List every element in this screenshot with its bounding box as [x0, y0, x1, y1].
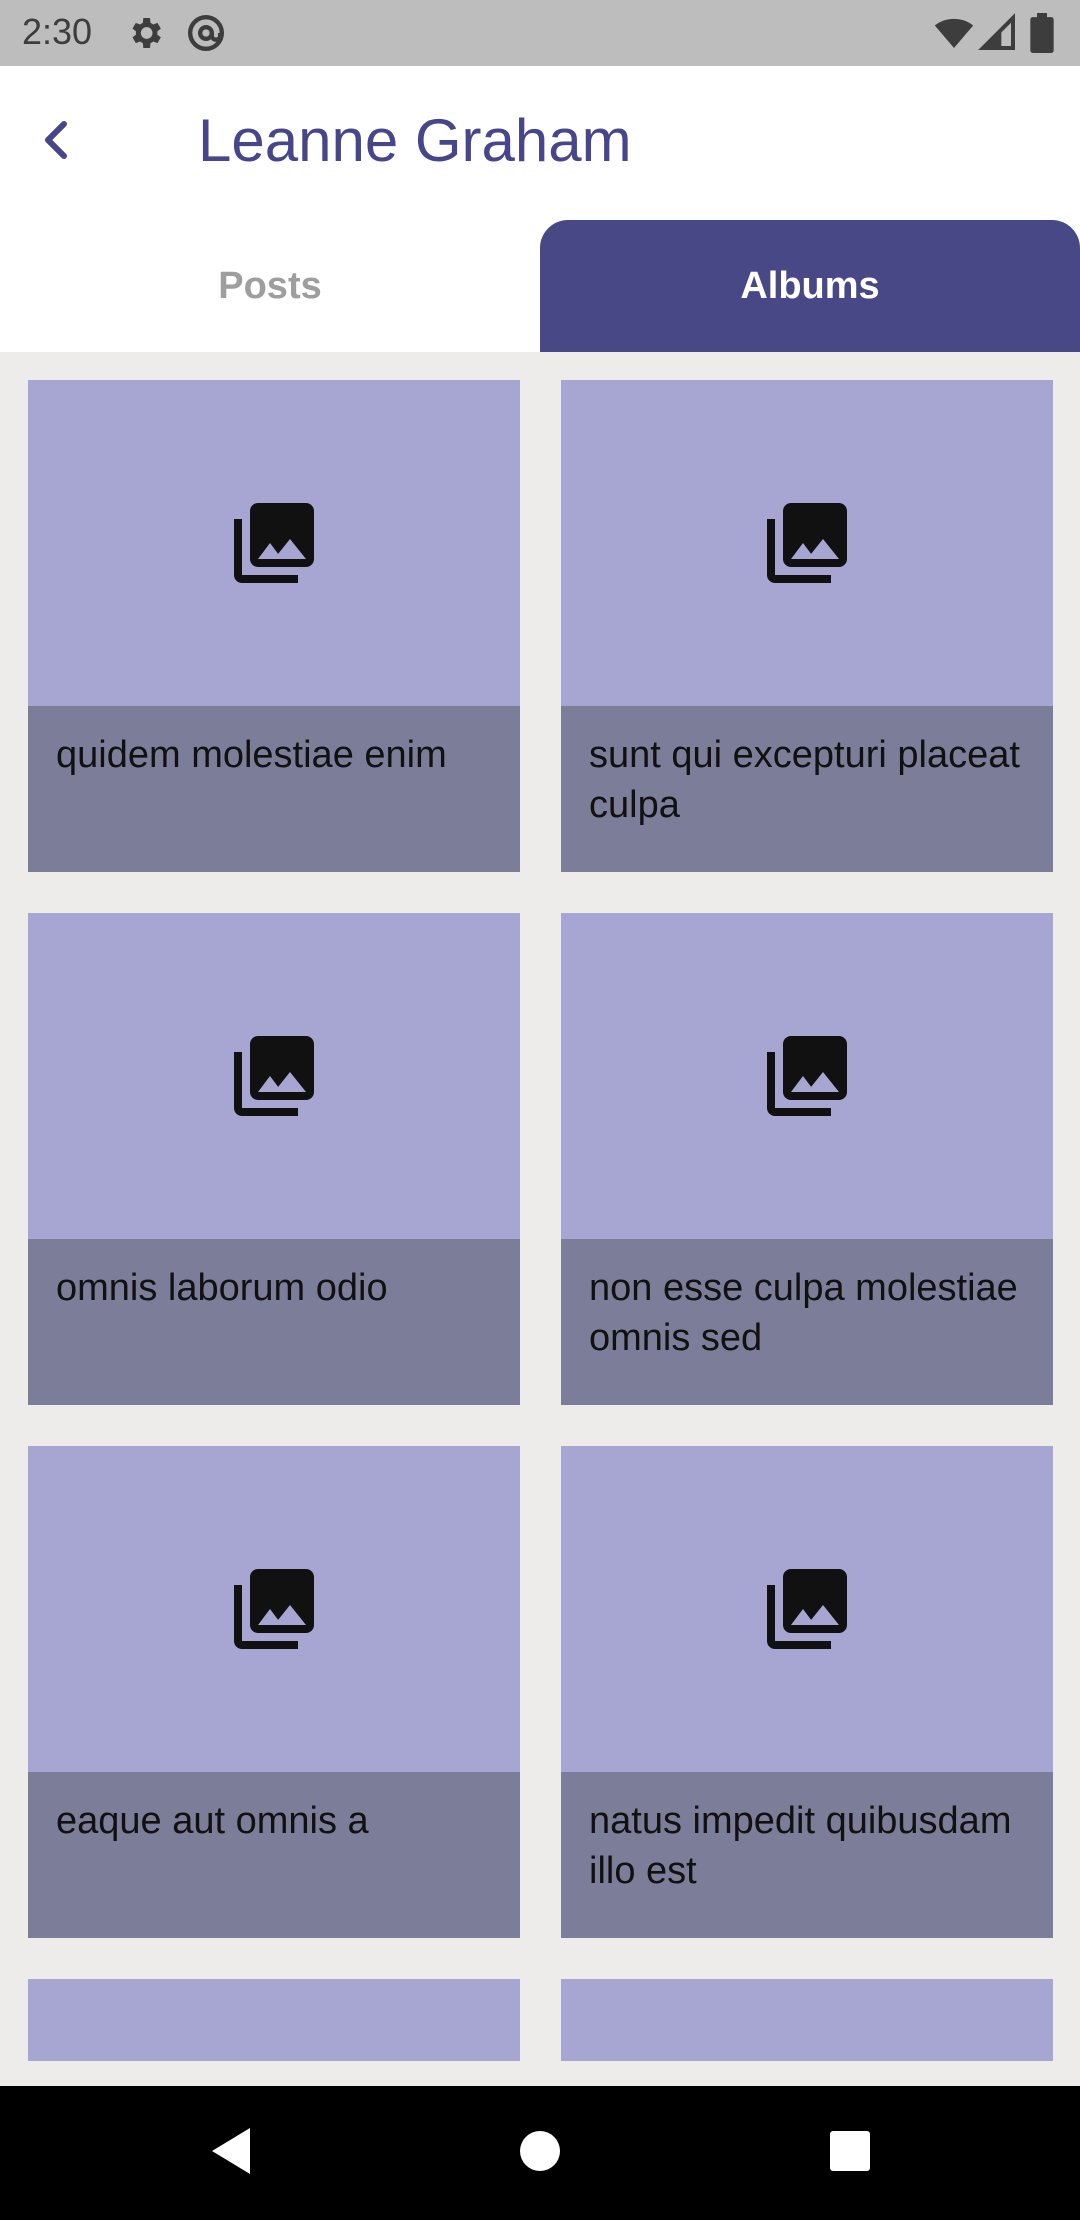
nav-recents-button[interactable] [815, 2116, 885, 2186]
recents-square-icon [830, 2131, 870, 2171]
home-circle-icon [520, 2131, 560, 2171]
tab-albums[interactable]: Albums [540, 220, 1080, 352]
wifi-icon [934, 13, 974, 53]
album-thumbnail [561, 380, 1053, 706]
albums-grid: quidem molestiae enim sunt qui excepturi… [0, 352, 1080, 2086]
nav-home-button[interactable] [505, 2116, 575, 2186]
photo-library-icon [767, 503, 847, 583]
album-card[interactable]: quidem molestiae enim [28, 380, 520, 872]
settings-icon [125, 13, 165, 53]
app-bar: Leanne Graham [0, 66, 1080, 220]
album-caption: omnis laborum odio [28, 1239, 520, 1405]
status-time: 2:30 [22, 11, 93, 52]
album-title: natus impedit quibusdam illo est [589, 1800, 1012, 1892]
album-caption: natus impedit quibusdam illo est [561, 1772, 1053, 1938]
signal-icon [978, 13, 1018, 53]
album-thumbnail [28, 913, 520, 1239]
album-card[interactable] [28, 1979, 520, 2061]
album-card[interactable]: sunt qui excepturi placeat culpa [561, 380, 1053, 872]
album-thumbnail [561, 1446, 1053, 1772]
tab-bar: Posts Albums [0, 220, 1080, 352]
album-thumbnail [28, 380, 520, 706]
album-caption: quidem molestiae enim [28, 706, 520, 872]
album-thumbnail [28, 1979, 520, 2061]
album-thumbnail [561, 1979, 1053, 2061]
album-caption: eaque aut omnis a [28, 1772, 520, 1938]
album-title: omnis laborum odio [56, 1267, 388, 1309]
at-sign-icon [186, 13, 226, 53]
album-title: non esse culpa molestiae omnis sed [589, 1267, 1018, 1359]
nav-back-button[interactable] [200, 2116, 270, 2186]
album-card[interactable]: omnis laborum odio [28, 913, 520, 1405]
chevron-left-icon [45, 121, 67, 159]
back-triangle-icon [212, 2128, 250, 2174]
battery-icon [1030, 13, 1054, 54]
tab-posts[interactable]: Posts [0, 220, 540, 352]
photo-library-icon [767, 1036, 847, 1116]
album-title: sunt qui excepturi placeat culpa [589, 734, 1020, 826]
album-caption: non esse culpa molestiae omnis sed [561, 1239, 1053, 1405]
photo-library-icon [234, 1036, 314, 1116]
album-card[interactable]: natus impedit quibusdam illo est [561, 1446, 1053, 1938]
album-thumbnail [561, 913, 1053, 1239]
page-title: Leanne Graham [198, 107, 632, 174]
album-card[interactable]: non esse culpa molestiae omnis sed [561, 913, 1053, 1405]
back-button[interactable] [30, 110, 90, 170]
album-title: quidem molestiae enim [56, 734, 447, 776]
photo-library-icon [767, 1569, 847, 1649]
status-bar: 2:30 [0, 0, 1080, 66]
album-caption: sunt qui excepturi placeat culpa [561, 706, 1053, 872]
album-title: eaque aut omnis a [56, 1800, 369, 1842]
tab-posts-label: Posts [218, 264, 322, 307]
tab-albums-label: Albums [740, 264, 880, 307]
system-nav-bar [0, 2086, 1080, 2220]
photo-library-icon [234, 503, 314, 583]
album-card[interactable] [561, 1979, 1053, 2061]
album-card[interactable]: eaque aut omnis a [28, 1446, 520, 1938]
album-thumbnail [28, 1446, 520, 1772]
photo-library-icon [234, 1569, 314, 1649]
